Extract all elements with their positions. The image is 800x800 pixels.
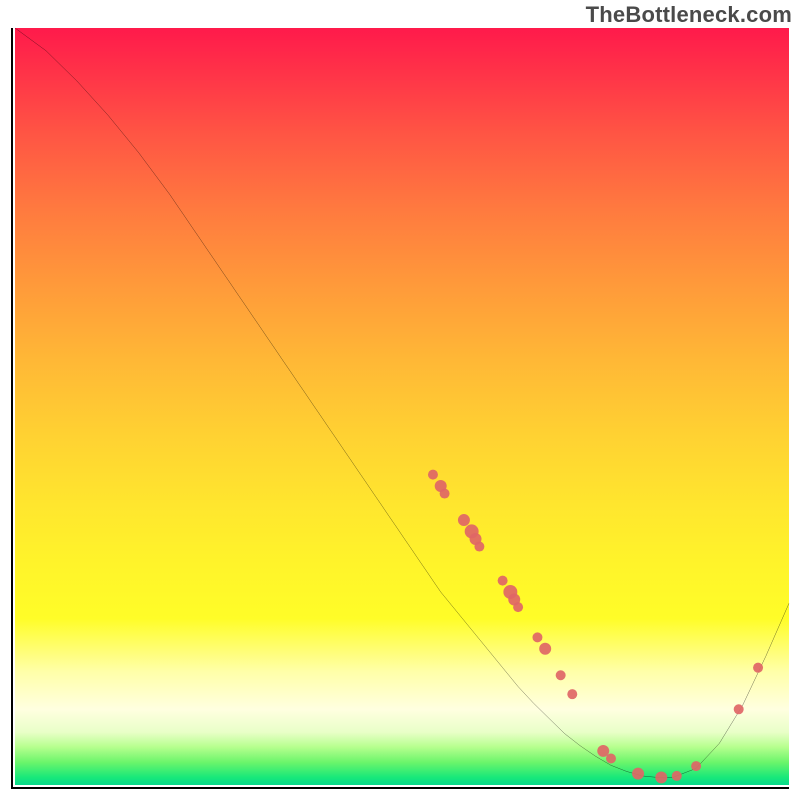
scatter-point bbox=[672, 771, 682, 781]
bottleneck-curve bbox=[15, 28, 789, 777]
scatter-point bbox=[532, 632, 542, 642]
scatter-point bbox=[498, 576, 508, 586]
scatter-point bbox=[567, 689, 577, 699]
scatter-point bbox=[539, 643, 551, 655]
scatter-points bbox=[428, 470, 763, 784]
scatter-point bbox=[691, 761, 701, 771]
curve-svg bbox=[15, 28, 789, 785]
scatter-point bbox=[655, 771, 667, 783]
scatter-point bbox=[632, 768, 644, 780]
watermark-text: TheBottleneck.com bbox=[586, 2, 792, 28]
chart-stage: TheBottleneck.com bbox=[0, 0, 800, 800]
scatter-point bbox=[474, 542, 484, 552]
scatter-point bbox=[753, 663, 763, 673]
scatter-point bbox=[734, 704, 744, 714]
scatter-point bbox=[513, 602, 523, 612]
plot-area bbox=[11, 28, 789, 789]
scatter-point bbox=[428, 470, 438, 480]
scatter-point bbox=[458, 514, 470, 526]
scatter-point bbox=[440, 489, 450, 499]
scatter-point bbox=[606, 754, 616, 764]
scatter-point bbox=[556, 670, 566, 680]
